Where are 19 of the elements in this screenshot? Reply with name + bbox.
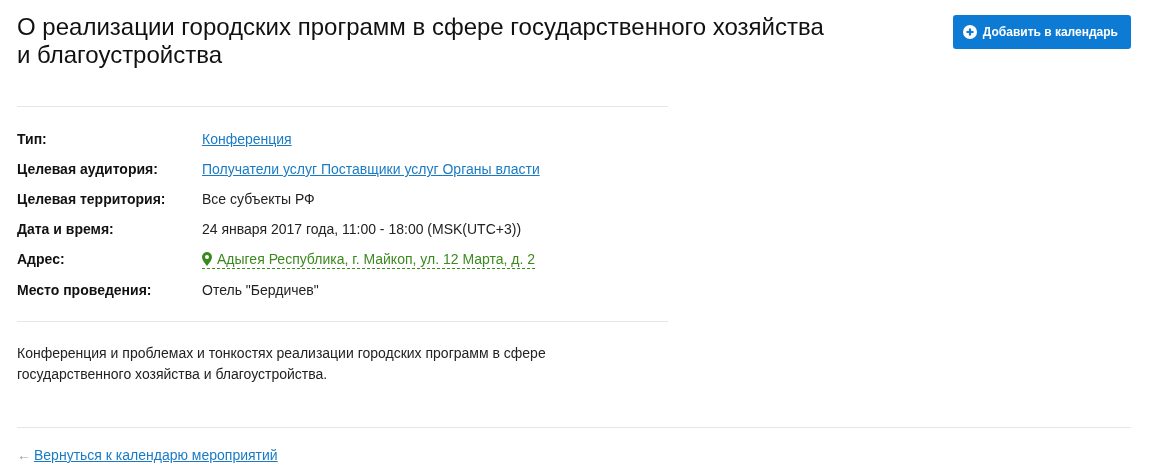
field-label: Целевая территория:	[17, 190, 167, 208]
event-description: Конференция и проблемах и тонкостях реализации городских программ в сфере государственного хозяйства и благоустройства.	[17, 344, 547, 384]
field-link[interactable]: Конференция	[202, 130, 292, 148]
field-link[interactable]: Получатели услуг Поставщики услуг Органы власти	[202, 160, 540, 178]
back-link[interactable]: Вернуться к календарю мероприятий	[34, 447, 278, 463]
field-label: Место проведения:	[17, 281, 153, 299]
field-label: Дата и время:	[17, 220, 115, 238]
field-label: Адрес:	[17, 250, 66, 269]
field-label: Целевая аудитория:	[17, 160, 159, 178]
map-pin-icon	[202, 252, 212, 266]
field-value: Все субъекты РФ	[202, 190, 315, 208]
field-value: Отель "Бердичев"	[202, 281, 319, 299]
add-to-calendar-button[interactable]: Добавить в календарь	[952, 15, 1131, 49]
address-link[interactable]: Адыгея Республика, г. Майкоп, ул. 12 Марта, д. 2	[202, 250, 536, 269]
page-title: О реализации городских программ в сфере государственного хозяйства и благоустройства	[17, 13, 825, 69]
back-arrow: ←	[17, 447, 31, 463]
plus-circle-icon	[962, 25, 977, 39]
field-value: 24 января 2017 года, 11:00 - 18:00 (MSK(UTC+3))	[202, 220, 522, 238]
field-label: Тип:	[17, 130, 48, 148]
